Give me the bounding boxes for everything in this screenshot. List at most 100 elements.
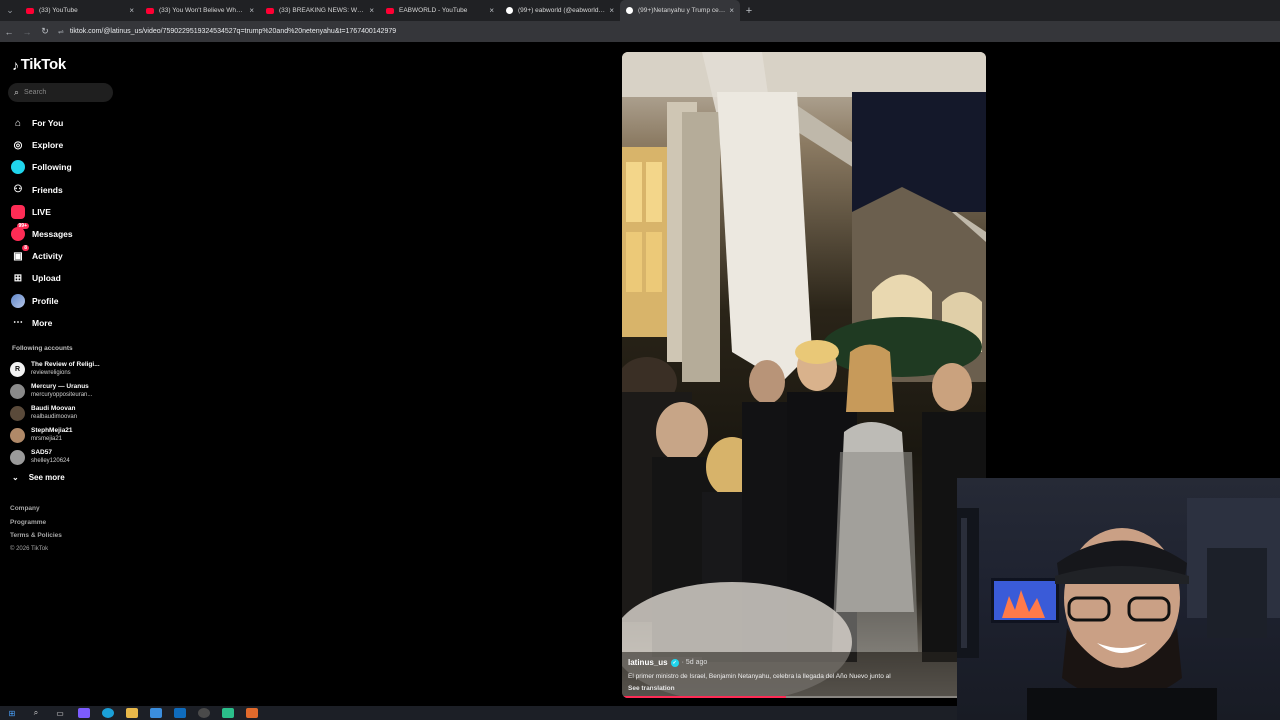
tab-search-chevron-icon[interactable]: ⌄ bbox=[0, 0, 20, 21]
see-more-label: See more bbox=[28, 473, 65, 482]
video-progress-fill bbox=[622, 696, 786, 698]
edge-icon[interactable] bbox=[102, 708, 114, 718]
nav-item-friends[interactable]: ⚇ Friends bbox=[10, 179, 120, 201]
account-handle: mercuryoppositeuran... bbox=[31, 392, 93, 398]
tab-close-icon[interactable]: × bbox=[609, 6, 614, 15]
account-avatar bbox=[10, 449, 25, 465]
search-icon: ⌕ bbox=[14, 87, 20, 97]
search-input[interactable]: ⌕ Search bbox=[8, 83, 113, 102]
account-name: Mercury — Uranus bbox=[31, 383, 89, 390]
tab-close-icon[interactable]: × bbox=[129, 6, 134, 15]
account-handle: realbaudimoovan bbox=[31, 414, 78, 420]
browser-tab[interactable]: (33) YouTube × bbox=[20, 0, 140, 21]
notification-badge: 99+ bbox=[16, 223, 29, 230]
reload-icon[interactable]: ↻ bbox=[36, 26, 54, 37]
footer-link-programme[interactable]: Programme bbox=[10, 519, 62, 533]
following-icon bbox=[10, 160, 26, 175]
chrome-icon[interactable] bbox=[198, 708, 210, 718]
video-author[interactable]: latinus_us ✓ · 5d ago bbox=[628, 658, 968, 667]
tab-close-icon[interactable]: × bbox=[249, 6, 254, 15]
nav-label: LIVE bbox=[32, 206, 51, 217]
verified-badge-icon: ✓ bbox=[670, 658, 679, 667]
store-icon[interactable] bbox=[150, 708, 162, 718]
following-accounts-title: Following accounts bbox=[12, 345, 73, 352]
youtube-icon bbox=[386, 7, 394, 14]
nav-item-activity[interactable]: ▣ 8 Activity bbox=[10, 245, 120, 267]
nav-item-following[interactable]: Following bbox=[10, 156, 120, 178]
tab-title: (33) BREAKING NEWS: Where T bbox=[279, 7, 365, 14]
tiktok-icon bbox=[506, 7, 513, 14]
compass-icon: ◎ bbox=[13, 139, 23, 151]
nav-item-more[interactable]: ⋯ More bbox=[10, 312, 120, 334]
account-avatar bbox=[10, 427, 25, 443]
url-field[interactable]: ⇌ tiktok.com/@latinus_us/video/759022951… bbox=[58, 28, 396, 36]
video-username[interactable]: latinus_us bbox=[628, 658, 668, 667]
task-view-icon[interactable]: ▭ bbox=[54, 708, 66, 718]
profile-avatar bbox=[10, 293, 26, 308]
browser-tab[interactable]: (99+) eabworld (@eabworld) | T × bbox=[500, 0, 620, 21]
footer-link-terms[interactable]: Terms & Policies bbox=[10, 532, 62, 546]
following-account-item[interactable]: SAD57 shelley120624 bbox=[10, 446, 120, 468]
following-account-item[interactable]: R The Review of Religi... reviewreligions bbox=[10, 358, 120, 380]
more-icon: ⋯ bbox=[13, 317, 23, 329]
logo-text: TikTok bbox=[20, 56, 66, 73]
video-caption: El primer ministro de Israel, Benjamin N… bbox=[628, 673, 891, 680]
see-translation-link[interactable]: See translation bbox=[628, 685, 968, 692]
following-account-item[interactable]: Baudi Moovan realbaudimoovan bbox=[10, 402, 120, 424]
nav-item-profile[interactable]: Profile bbox=[10, 290, 120, 312]
webcam-overlay bbox=[957, 478, 1280, 720]
nav-item-for-you[interactable]: ⌂ For You bbox=[10, 112, 120, 134]
sidebar-footer: Company Programme Terms & Policies © 202… bbox=[10, 505, 62, 559]
following-account-item[interactable]: Mercury — Uranus mercuryoppositeuran... bbox=[10, 380, 120, 402]
youtube-icon bbox=[146, 7, 154, 14]
following-account-item[interactable]: StephMejia21 mrsmejia21 bbox=[10, 424, 120, 446]
tab-close-icon[interactable]: × bbox=[489, 6, 494, 15]
following-accounts-list: R The Review of Religi... reviewreligions M… bbox=[10, 358, 120, 468]
site-info-icon[interactable]: ⇌ bbox=[58, 28, 64, 36]
account-handle: reviewreligions bbox=[31, 370, 71, 376]
copilot-icon[interactable] bbox=[78, 708, 90, 718]
chevron-down-icon: ⌄ bbox=[12, 473, 19, 482]
os-taskbar: ⊞ ⌕ ▭ bbox=[0, 706, 957, 720]
nav-item-messages[interactable]: 99+ Messages bbox=[10, 223, 120, 245]
messages-icon: 99+ bbox=[10, 223, 29, 242]
nav-item-live[interactable]: LIVE bbox=[10, 201, 120, 223]
new-tab-button[interactable]: + bbox=[740, 5, 758, 17]
tab-close-icon[interactable]: × bbox=[729, 6, 734, 15]
youtube-icon bbox=[26, 7, 34, 14]
app-orange-icon[interactable] bbox=[246, 708, 258, 718]
nav-item-upload[interactable]: ⊞ Upload bbox=[10, 267, 120, 289]
app-green-icon[interactable] bbox=[222, 708, 234, 718]
url-text: tiktok.com/@latinus_us/video/75902295193… bbox=[69, 28, 397, 35]
see-more-button[interactable]: ⌄ See more bbox=[12, 473, 65, 482]
video-meta: latinus_us ✓ · 5d ago El primer ministro… bbox=[628, 658, 968, 692]
browser-tab[interactable]: (33) BREAKING NEWS: Where T × bbox=[260, 0, 380, 21]
video-player[interactable]: latinus_us ✓ · 5d ago El primer ministro… bbox=[622, 52, 986, 698]
nav-label: Messages bbox=[32, 229, 73, 240]
browser-tab[interactable]: EABWORLD - YouTube × bbox=[380, 0, 500, 21]
video-progress-bar[interactable] bbox=[622, 696, 986, 698]
nav-item-explore[interactable]: ◎ Explore bbox=[10, 134, 120, 156]
video-frame-image bbox=[622, 52, 986, 698]
taskbar-search-icon[interactable]: ⌕ bbox=[30, 708, 42, 718]
forward-arrow-icon[interactable]: → bbox=[18, 27, 36, 37]
footer-link-company[interactable]: Company bbox=[10, 505, 62, 519]
nav-label: More bbox=[32, 317, 53, 328]
windows-start-icon[interactable]: ⊞ bbox=[6, 708, 18, 718]
video-posted-time: · 5d ago bbox=[681, 659, 708, 666]
account-text: The Review of Religi... reviewreligions bbox=[31, 361, 109, 377]
file-explorer-icon[interactable] bbox=[126, 708, 138, 718]
sidebar-nav: ⌂ For You ◎ Explore Following ⚇ Friends LIVE 99+… bbox=[10, 112, 120, 334]
outlook-icon[interactable] bbox=[174, 708, 186, 718]
activity-icon: ▣ 8 bbox=[13, 245, 29, 262]
browser-tab[interactable]: (99+)Netanyahu y Trump celeb × bbox=[620, 0, 740, 21]
browser-address-bar: ← → ↻ ⇌ tiktok.com/@latinus_us/video/759… bbox=[0, 21, 1280, 42]
upload-icon: ⊞ bbox=[13, 272, 23, 284]
account-text: StephMejia21 mrsmejia21 bbox=[31, 427, 109, 443]
browser-tab[interactable]: (33) You Won't Believe What H × bbox=[140, 0, 260, 21]
back-arrow-icon[interactable]: ← bbox=[0, 27, 18, 37]
friends-icon: ⚇ bbox=[13, 184, 23, 196]
tab-close-icon[interactable]: × bbox=[369, 6, 374, 15]
tiktok-logo[interactable]: ♪ TikTok bbox=[12, 56, 66, 73]
account-text: Baudi Moovan realbaudimoovan bbox=[31, 405, 109, 421]
